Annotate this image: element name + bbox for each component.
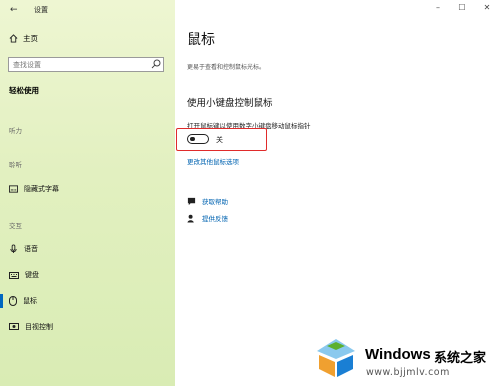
back-button[interactable]: ← [10,5,18,15]
give-feedback-label: 提供反馈 [202,215,228,223]
eye-control-icon [9,323,19,330]
active-indicator [0,294,3,308]
give-feedback-link[interactable]: 提供反馈 [187,213,228,223]
home-icon [9,34,18,43]
help-icon [187,197,196,205]
caption-icon [9,185,18,193]
page-title: 鼠标 [187,32,215,48]
section-title: 使用小键盘控制鼠标 [187,98,273,109]
page-description: 更易于查看和控制鼠标光标。 [187,64,266,71]
keyboard-icon [9,271,19,279]
get-help-link[interactable]: 获取帮助 [187,196,228,206]
minimize-button[interactable]: – [432,3,444,12]
watermark-url: www.bjjmlv.com [366,367,450,378]
window-title: 设置 [34,6,48,14]
mouse-icon [9,296,17,306]
sidebar-item-label: 目视控制 [25,323,53,331]
feedback-icon [187,214,194,223]
sidebar-item-mouse[interactable]: 鼠标 [9,296,37,306]
maximize-button[interactable]: ☐ [456,3,468,12]
sidebar-item-label: 键盘 [25,271,39,279]
main-panel [175,0,500,386]
sidebar-item-label: 语音 [24,245,38,253]
windows-logo-icon [317,339,355,377]
get-help-label: 获取帮助 [202,198,228,206]
section-hearing: 听力 [9,127,22,135]
watermark-brand-cn: 系统之家 [434,351,487,366]
sidebar-item-captions[interactable]: 隐藏式字幕 [9,184,59,194]
toggle-knob [190,136,195,141]
more-mouse-options-link[interactable]: 更改其他鼠标选项 [187,156,239,166]
search-input[interactable] [8,57,164,72]
section-hearing-sub: 聆听 [9,161,22,169]
microphone-icon [10,244,17,254]
watermark-brand: Windows [365,346,431,363]
sidebar-item-keyboard[interactable]: 键盘 [9,270,39,280]
section-interaction: 交互 [9,222,22,230]
mouse-keys-toggle[interactable] [187,134,209,144]
home-link[interactable]: 主页 [9,33,38,44]
sidebar: ← 设置 主页 轻松使用 听力 聆听 隐藏式字幕 交互 语音 键盘 [0,0,175,386]
sidebar-item-speech[interactable]: 语音 [9,244,38,254]
close-button[interactable]: ✕ [481,3,493,12]
sidebar-item-eye-control[interactable]: 目视控制 [9,322,53,332]
category-title: 轻松使用 [9,86,39,95]
sidebar-item-label: 隐藏式字幕 [24,185,59,193]
search-icon[interactable] [151,59,161,69]
toggle-state-label: 关 [216,136,223,144]
sidebar-item-label: 鼠标 [23,297,37,305]
home-label: 主页 [23,34,38,43]
